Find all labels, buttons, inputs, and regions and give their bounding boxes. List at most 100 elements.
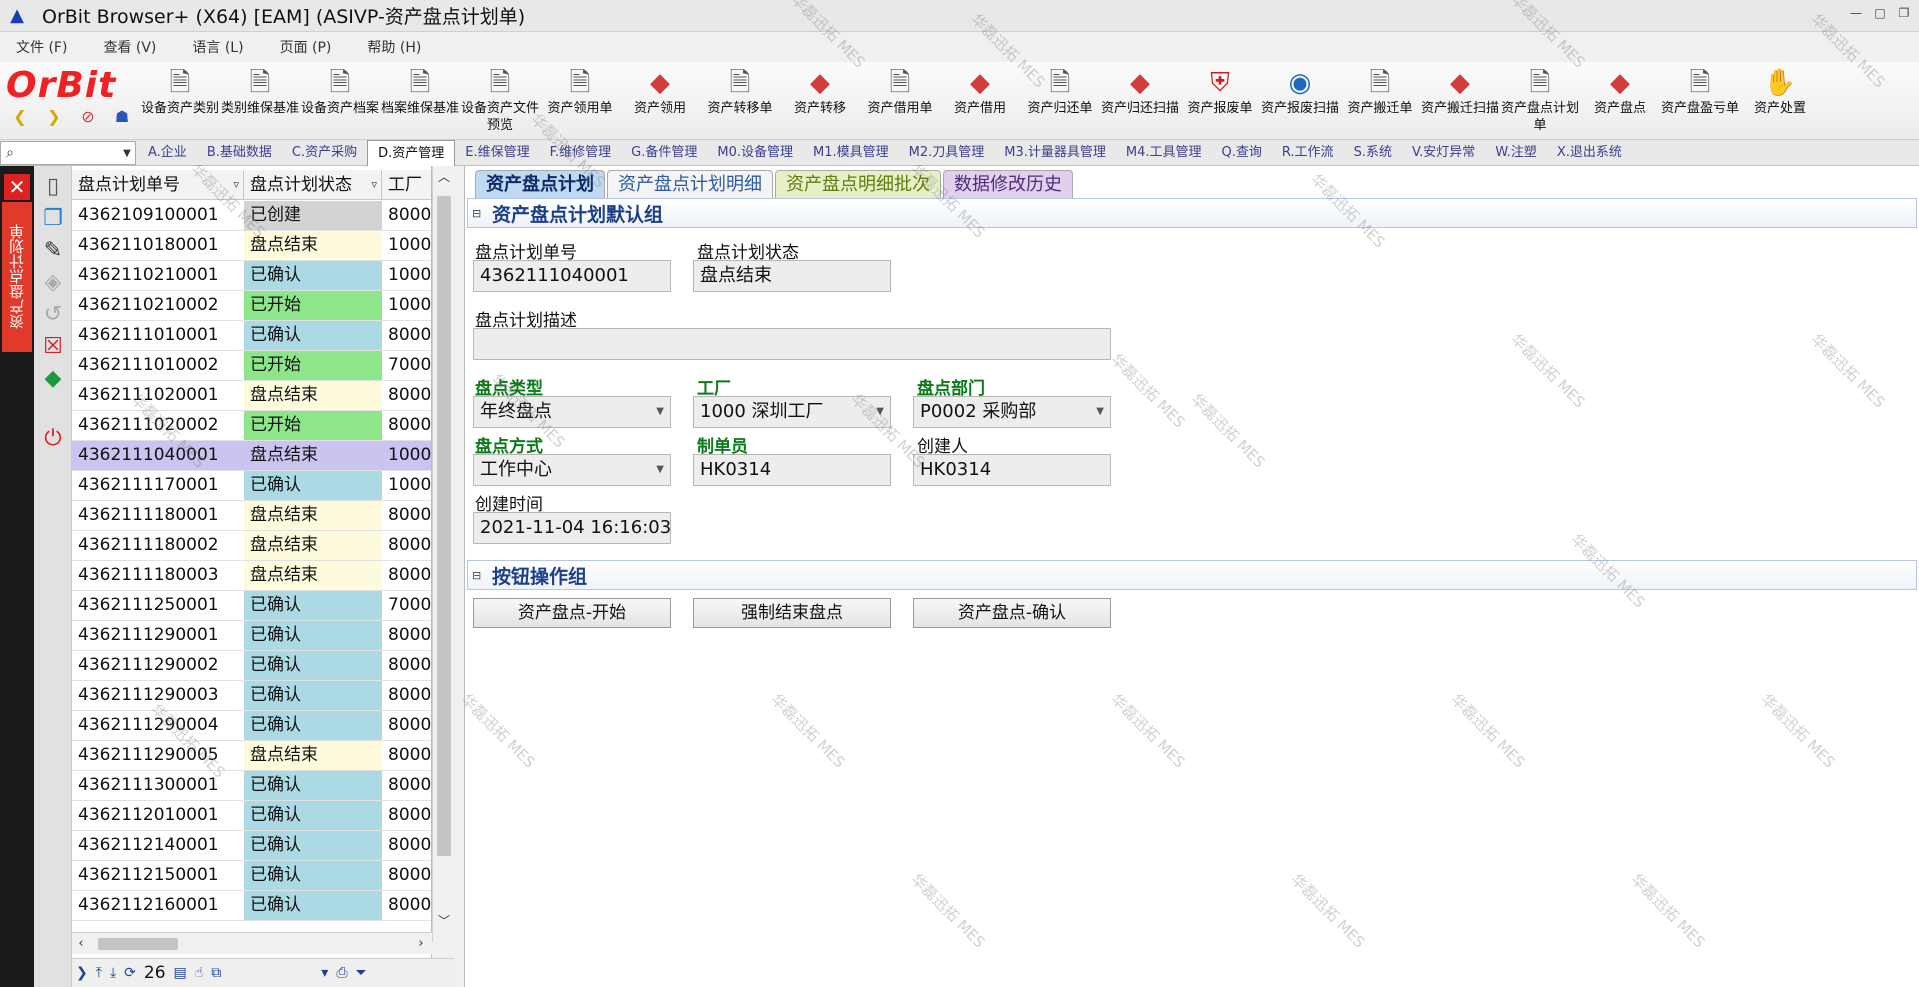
table-row[interactable]: 4362111040001 盘点结束 1000 bbox=[72, 441, 431, 471]
cell-factory[interactable]: 8000 bbox=[382, 501, 431, 530]
maker-field[interactable]: HK0314 bbox=[693, 454, 891, 486]
toolbar-button[interactable]: 🗎 设备资产类别 bbox=[140, 64, 220, 138]
module-tab[interactable]: V.安灯异常 bbox=[1402, 140, 1485, 166]
cell-plan-no[interactable]: 4362111290003 bbox=[72, 681, 244, 710]
cell-plan-no[interactable]: 4362111040001 bbox=[72, 441, 244, 470]
toolbar-button[interactable]: ⛨ 资产报废单 bbox=[1180, 64, 1260, 138]
table-row[interactable]: 4362111290003 已确认 8000 bbox=[72, 681, 431, 711]
cell-plan-status[interactable]: 已确认 bbox=[244, 651, 382, 680]
toolbar-button[interactable]: ◆ 资产盘点 bbox=[1580, 64, 1660, 138]
cell-factory[interactable]: 8000 bbox=[382, 561, 431, 590]
edit-record-icon[interactable]: ✎ bbox=[40, 238, 66, 264]
cell-factory[interactable]: 1000 bbox=[382, 441, 431, 470]
table-row[interactable]: 4362111290005 盘点结束 8000 bbox=[72, 741, 431, 771]
cell-plan-status[interactable]: 已确认 bbox=[244, 831, 382, 860]
module-tab[interactable]: D.资产管理 bbox=[367, 140, 456, 166]
cell-factory[interactable]: 8000 bbox=[382, 741, 431, 770]
cell-factory[interactable]: 7000 bbox=[382, 351, 431, 380]
forward-arrow-icon[interactable]: ❯ bbox=[44, 107, 64, 127]
menu-file[interactable]: 文件 (F) bbox=[16, 37, 67, 57]
filter-icon[interactable]: ▿ bbox=[233, 170, 239, 200]
cell-factory[interactable]: 8000 bbox=[382, 711, 431, 740]
first-page-icon[interactable]: ⤒ bbox=[96, 965, 102, 981]
force-end-inventory-button[interactable]: 强制结束盘点 bbox=[693, 598, 891, 628]
toolbar-button[interactable]: ◆ 资产领用 bbox=[620, 64, 700, 138]
module-tab[interactable]: M4.工具管理 bbox=[1116, 140, 1212, 166]
section-default-group[interactable]: ⊟ 资产盘点计划默认组 bbox=[467, 198, 1917, 228]
side-tab-current-form[interactable]: 资产盘点计划单 bbox=[2, 202, 32, 352]
cell-plan-no[interactable]: 4362109100001 bbox=[72, 201, 244, 230]
cell-plan-no[interactable]: 4362111290001 bbox=[72, 621, 244, 650]
table-row[interactable]: 4362112160001 已确认 8000 bbox=[72, 891, 431, 921]
inventory-method-select[interactable]: 工作中心 ▼ bbox=[473, 454, 671, 486]
cell-factory[interactable]: 8000 bbox=[382, 621, 431, 650]
last-page-icon[interactable]: ⤓ bbox=[110, 965, 116, 981]
table-row[interactable]: 4362112150001 已确认 8000 bbox=[72, 861, 431, 891]
cell-factory[interactable]: 8000 bbox=[382, 321, 431, 350]
col-header-plan-no[interactable]: 盘点计划单号 ▿ bbox=[72, 170, 244, 200]
table-row[interactable]: 4362111010002 已开始 7000 bbox=[72, 351, 431, 381]
cell-plan-status[interactable]: 已开始 bbox=[244, 291, 382, 320]
confirm-inventory-button[interactable]: 资产盘点-确认 bbox=[913, 598, 1111, 628]
close-form-icon[interactable]: ✕ bbox=[4, 174, 30, 200]
refresh-icon[interactable]: ⟳ bbox=[124, 965, 136, 981]
cell-plan-status[interactable]: 已确认 bbox=[244, 321, 382, 350]
module-tab[interactable]: F.维修管理 bbox=[540, 140, 622, 166]
cell-factory[interactable]: 8000 bbox=[382, 771, 431, 800]
table-row[interactable]: 4362111250001 已确认 7000 bbox=[72, 591, 431, 621]
cell-plan-no[interactable]: 4362112150001 bbox=[72, 861, 244, 890]
plan-desc-field[interactable] bbox=[473, 328, 1111, 360]
scroll-right-icon[interactable]: › bbox=[412, 933, 430, 955]
cell-plan-status[interactable]: 已确认 bbox=[244, 861, 382, 890]
collapse-icon[interactable]: ⊟ bbox=[472, 207, 488, 220]
delete-record-icon[interactable]: ☒ bbox=[40, 334, 66, 360]
cell-plan-status[interactable]: 盘点结束 bbox=[244, 561, 382, 590]
maximize-icon[interactable]: □ bbox=[1871, 6, 1889, 20]
grid-horizontal-scrollbar[interactable]: ‹ › bbox=[72, 932, 432, 954]
cell-plan-status[interactable]: 已确认 bbox=[244, 801, 382, 830]
collapse-icon[interactable]: ⊟ bbox=[472, 569, 488, 582]
filter-icon[interactable]: ▿ bbox=[371, 170, 377, 200]
toolbar-button[interactable]: ◆ 资产借用 bbox=[940, 64, 1020, 138]
module-tab[interactable]: M2.刀具管理 bbox=[899, 140, 995, 166]
inventory-type-select[interactable]: 年终盘点 ▼ bbox=[473, 396, 671, 428]
save-record-icon[interactable]: ◈ bbox=[40, 270, 66, 296]
toolbar-button[interactable]: 🗎 设备资产文件预览 bbox=[460, 64, 540, 138]
table-row[interactable]: 4362112140001 已确认 8000 bbox=[72, 831, 431, 861]
scroll-thumb[interactable] bbox=[98, 938, 178, 950]
tab-detail-batch[interactable]: 资产盘点明细批次 bbox=[775, 170, 941, 198]
chevron-down-icon[interactable]: ▼ bbox=[1096, 397, 1104, 427]
copy-icon[interactable]: ⧉ bbox=[211, 965, 221, 981]
toolbar-button[interactable]: ◆ 资产搬迁扫描 bbox=[1420, 64, 1500, 138]
hand-pointer-icon[interactable]: ☝ bbox=[195, 965, 204, 981]
minimize-icon[interactable]: — bbox=[1847, 6, 1865, 20]
cell-factory[interactable]: 8000 bbox=[382, 651, 431, 680]
module-tab[interactable]: E.维保管理 bbox=[455, 140, 539, 166]
next-icon[interactable]: ❯ bbox=[76, 965, 88, 981]
module-tab[interactable]: R.工作流 bbox=[1272, 140, 1344, 166]
module-tab[interactable]: G.备件管理 bbox=[621, 140, 707, 166]
toolbar-button[interactable]: 🗎 设备资产档案 bbox=[300, 64, 380, 138]
table-row[interactable]: 4362111180001 盘点结束 8000 bbox=[72, 501, 431, 531]
toolbar-button[interactable]: ✋ 资产处置 bbox=[1740, 64, 1820, 138]
tab-plan-detail[interactable]: 资产盘点计划明细 bbox=[607, 170, 773, 198]
cell-plan-status[interactable]: 盘点结束 bbox=[244, 501, 382, 530]
module-tab[interactable]: W.注塑 bbox=[1485, 140, 1547, 166]
table-row[interactable]: 4362110210002 已开始 1000 bbox=[72, 291, 431, 321]
menu-page[interactable]: 页面 (P) bbox=[280, 37, 332, 57]
cell-factory[interactable]: 8000 bbox=[382, 891, 431, 920]
dept-select[interactable]: P0002 采购部 ▼ bbox=[913, 396, 1111, 428]
cell-plan-no[interactable]: 4362111010001 bbox=[72, 321, 244, 350]
toolbar-button[interactable]: ◆ 资产转移 bbox=[780, 64, 860, 138]
cell-plan-status[interactable]: 已开始 bbox=[244, 351, 382, 380]
cell-plan-no[interactable]: 4362111290004 bbox=[72, 711, 244, 740]
cell-factory[interactable]: 1000 bbox=[382, 231, 431, 260]
toolbar-button[interactable]: ◉ 资产报废扫描 bbox=[1260, 64, 1340, 138]
col-header-factory[interactable]: 工厂 bbox=[382, 170, 431, 200]
cell-plan-status[interactable]: 盘点结束 bbox=[244, 741, 382, 770]
table-row[interactable]: 4362110180001 盘点结束 1000 bbox=[72, 231, 431, 261]
cell-plan-status[interactable]: 已确认 bbox=[244, 891, 382, 920]
cell-plan-status[interactable]: 已创建 bbox=[244, 201, 382, 230]
toolbar-button[interactable]: 🗎 资产归还单 bbox=[1020, 64, 1100, 138]
toolbar-button[interactable]: 🗎 资产搬迁单 bbox=[1340, 64, 1420, 138]
